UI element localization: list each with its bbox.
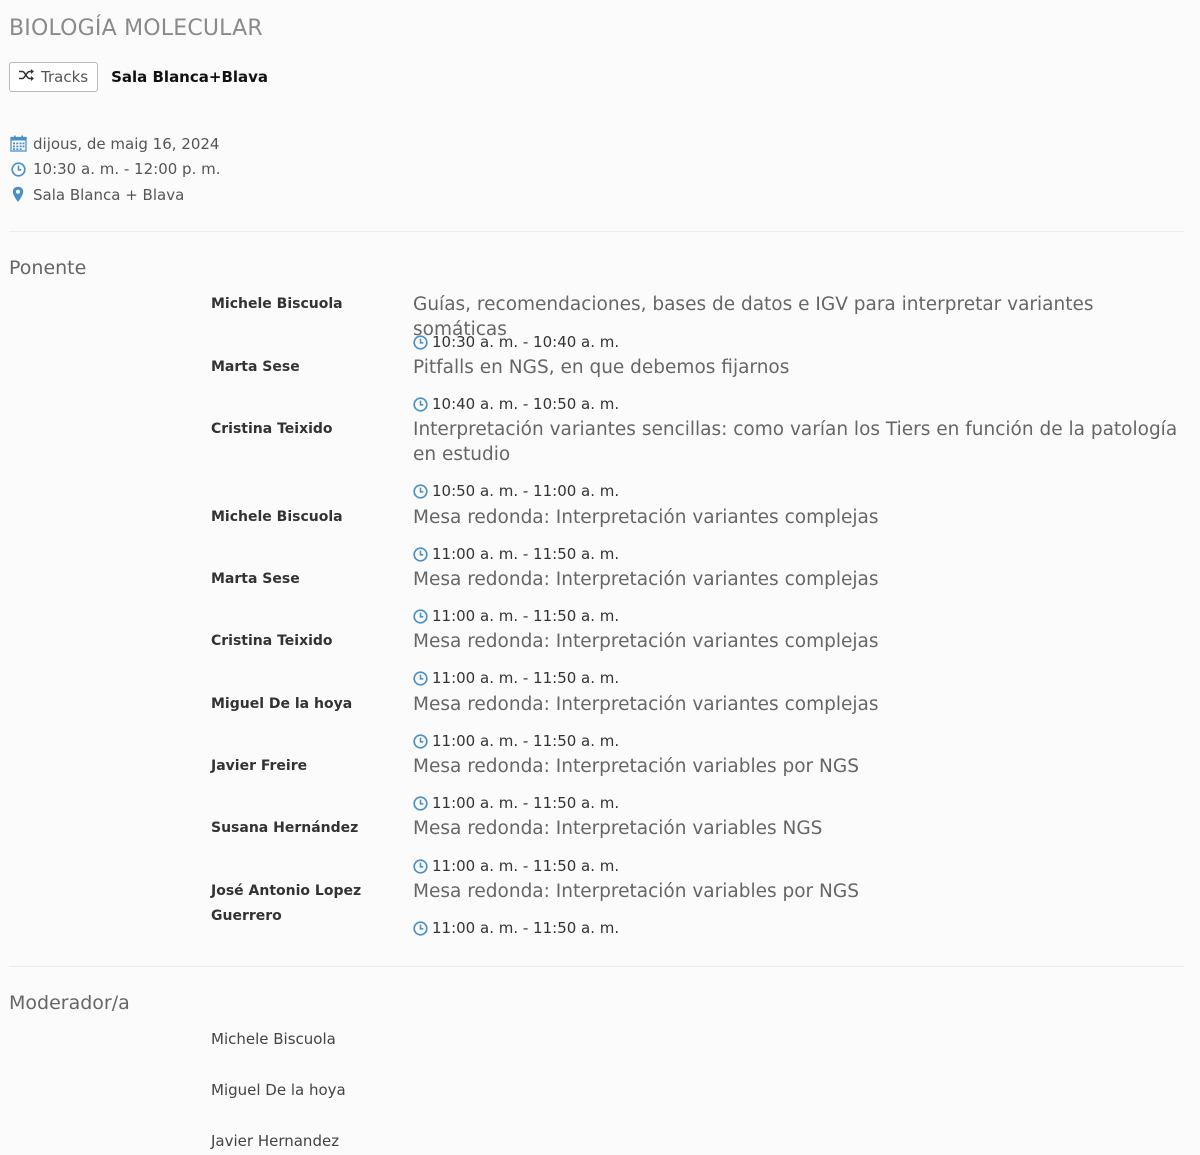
session-time: 11:00 a. m. - 11:50 a. m.: [413, 919, 619, 937]
meta-date-text: dijous, de maig 16, 2024: [33, 134, 220, 153]
session-title[interactable]: Mesa redonda: Interpretación variables N…: [413, 816, 1183, 841]
session-speaker[interactable]: Cristina Teixido: [211, 629, 391, 654]
divider: [9, 966, 1184, 967]
meta-date: dijous, de maig 16, 2024: [9, 131, 221, 157]
shuffle-icon: [18, 68, 35, 86]
session-title[interactable]: Mesa redonda: Interpretación variantes c…: [413, 505, 1183, 530]
clock-icon: [413, 396, 428, 412]
session-title[interactable]: Mesa redonda: Interpretación variables p…: [413, 754, 1183, 779]
session-meta: dijous, de maig 16, 2024 10:30 a. m. - 1…: [9, 131, 221, 208]
session-title[interactable]: Mesa redonda: Interpretación variantes c…: [413, 629, 1183, 654]
calendar-icon: [9, 135, 27, 153]
session-title[interactable]: Mesa redonda: Interpretación variantes c…: [413, 567, 1183, 592]
session-time-text: 10:30 a. m. - 10:40 a. m.: [432, 333, 620, 351]
session-speaker[interactable]: Michele Biscuola: [211, 505, 391, 530]
session-time-text: 11:00 a. m. - 11:50 a. m.: [432, 669, 620, 687]
meta-time-text: 10:30 a. m. - 12:00 p. m.: [33, 160, 221, 179]
meta-location-text: Sala Blanca + Blava: [33, 185, 185, 204]
session-time-text: 11:00 a. m. - 11:50 a. m.: [432, 919, 620, 937]
session-speaker[interactable]: Miguel De la hoya: [211, 692, 391, 717]
session-time: 11:00 a. m. - 11:50 a. m.: [413, 607, 619, 625]
session-speaker[interactable]: Javier Freire: [211, 754, 391, 779]
tracks-button-label: Tracks: [41, 68, 89, 86]
session-time: 10:30 a. m. - 10:40 a. m.: [413, 333, 619, 351]
moderador-heading: Moderador/a: [9, 992, 130, 1014]
session-time: 11:00 a. m. - 11:50 a. m.: [413, 857, 619, 875]
meta-time: 10:30 a. m. - 12:00 p. m.: [9, 157, 221, 183]
session-time: 11:00 a. m. - 11:50 a. m.: [413, 669, 619, 687]
session-time-text: 10:50 a. m. - 11:00 a. m.: [432, 482, 620, 500]
meta-location: Sala Blanca + Blava: [9, 182, 221, 208]
divider: [9, 231, 1184, 232]
session-title[interactable]: Mesa redonda: Interpretación variantes c…: [413, 692, 1183, 717]
session-speaker[interactable]: José Antonio Lopez Guerrero: [211, 879, 391, 929]
session-speaker[interactable]: Michele Biscuola: [211, 292, 391, 317]
clock-icon: [413, 670, 428, 686]
tracks-row: Tracks Sala Blanca+Blava: [9, 62, 268, 92]
clock-icon: [413, 858, 428, 874]
session-speaker[interactable]: Marta Sese: [211, 355, 391, 380]
session-title[interactable]: Mesa redonda: Interpretación variables p…: [413, 879, 1183, 904]
session-speaker[interactable]: Cristina Teixido: [211, 417, 391, 442]
clock-icon: [9, 160, 27, 178]
session-speaker[interactable]: Marta Sese: [211, 567, 391, 592]
track-name[interactable]: Sala Blanca+Blava: [111, 68, 268, 86]
session-time: 11:00 a. m. - 11:50 a. m.: [413, 545, 619, 563]
session-time-text: 10:40 a. m. - 10:50 a. m.: [432, 395, 620, 413]
clock-icon: [413, 608, 428, 624]
session-time-text: 11:00 a. m. - 11:50 a. m.: [432, 857, 620, 875]
clock-icon: [413, 334, 428, 350]
clock-icon: [413, 546, 428, 562]
session-time: 10:50 a. m. - 11:00 a. m.: [413, 482, 619, 500]
moderator-name[interactable]: Michele Biscuola: [211, 1030, 336, 1048]
ponente-heading: Ponente: [9, 257, 87, 279]
clock-icon: [413, 733, 428, 749]
tracks-button[interactable]: Tracks: [9, 62, 99, 92]
session-time-text: 11:00 a. m. - 11:50 a. m.: [432, 545, 620, 563]
session-time: 11:00 a. m. - 11:50 a. m.: [413, 794, 619, 812]
session-title[interactable]: Pitfalls en NGS, en que debemos fijarnos: [413, 355, 1183, 380]
session-time-text: 11:00 a. m. - 11:50 a. m.: [432, 794, 620, 812]
moderator-name[interactable]: Miguel De la hoya: [211, 1081, 346, 1099]
page-title: BIOLOGÍA MOLECULAR: [9, 16, 263, 41]
session-speaker[interactable]: Susana Hernández: [211, 816, 391, 841]
map-marker-icon: [9, 186, 27, 204]
moderator-name[interactable]: Javier Hernandez: [211, 1132, 339, 1150]
session-title[interactable]: Interpretación variantes sencillas: como…: [413, 417, 1183, 467]
session-time-text: 11:00 a. m. - 11:50 a. m.: [432, 732, 620, 750]
session-time: 10:40 a. m. - 10:50 a. m.: [413, 395, 619, 413]
session-time: 11:00 a. m. - 11:50 a. m.: [413, 732, 619, 750]
clock-icon: [413, 920, 428, 936]
clock-icon: [413, 795, 428, 811]
session-time-text: 11:00 a. m. - 11:50 a. m.: [432, 607, 620, 625]
session-detail-page: BIOLOGÍA MOLECULAR Tracks Sala Blanca+Bl…: [0, 0, 1200, 1155]
clock-icon: [413, 483, 428, 499]
